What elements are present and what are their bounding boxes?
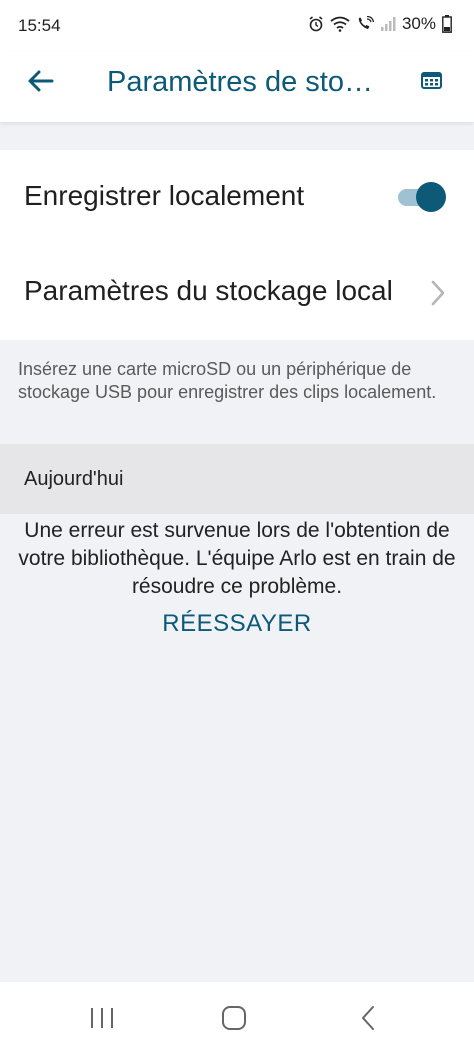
section-header-today: Aujourd'hui bbox=[0, 444, 474, 514]
home-button[interactable] bbox=[214, 1002, 254, 1034]
arrow-left-icon bbox=[28, 70, 54, 92]
recent-apps-icon bbox=[91, 1008, 113, 1028]
settings-card: Enregistrer localement Paramètres du sto… bbox=[0, 150, 474, 340]
record-locally-toggle[interactable] bbox=[396, 182, 446, 212]
battery-icon bbox=[442, 15, 452, 33]
page-title: Paramètres de stoc… bbox=[107, 66, 387, 98]
battery-percent: 30% bbox=[401, 14, 436, 33]
retry-button[interactable]: RÉESSAYER bbox=[137, 610, 337, 638]
storage-info-text: Insérez une carte microSD ou un périphér… bbox=[18, 359, 437, 402]
calendar-button[interactable] bbox=[416, 66, 448, 98]
system-nav-bar bbox=[0, 982, 474, 1053]
alarm-icon bbox=[309, 16, 323, 32]
section-header-label: Aujourd'hui bbox=[24, 468, 124, 490]
back-button[interactable] bbox=[22, 66, 62, 106]
calendar-icon bbox=[421, 72, 442, 89]
wifi-icon bbox=[330, 16, 350, 32]
toggle-thumb bbox=[416, 182, 446, 212]
signal-icon bbox=[380, 17, 396, 31]
library-error-message: Une erreur est survenue lors de l'obtent… bbox=[18, 519, 456, 598]
chevron-right-icon bbox=[431, 280, 445, 306]
wifi-calling-icon bbox=[358, 16, 374, 29]
local-storage-settings-label: Paramètres du stockage local bbox=[24, 275, 393, 306]
back-nav-icon bbox=[362, 1006, 374, 1030]
back-nav-button[interactable] bbox=[348, 1002, 388, 1034]
status-icons: 30% bbox=[308, 14, 452, 34]
recent-apps-button[interactable] bbox=[82, 1002, 122, 1034]
record-locally-label: Enregistrer localement bbox=[24, 180, 305, 211]
record-locally-row[interactable]: Enregistrer localement bbox=[0, 150, 474, 245]
status-time: 15:54 bbox=[18, 16, 61, 35]
local-storage-settings-row[interactable]: Paramètres du stockage local bbox=[0, 245, 474, 340]
app-bar: Paramètres de stoc… bbox=[0, 52, 474, 122]
home-icon bbox=[222, 1006, 246, 1030]
status-bar: 15:54 30% bbox=[0, 0, 474, 52]
